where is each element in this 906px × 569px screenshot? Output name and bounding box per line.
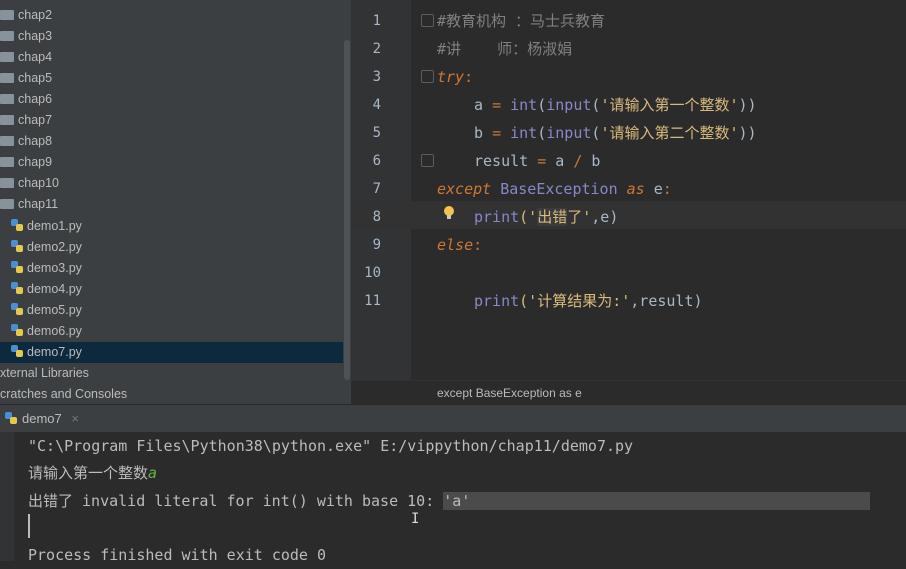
code-line-2: #讲 师：杨淑娟	[437, 40, 573, 58]
console-line-command: "C:\Program Files\Python38\python.exe" E…	[28, 437, 634, 455]
code-line-3: try:	[437, 68, 474, 86]
tree-folder-chap9[interactable]: chap9	[0, 152, 52, 173]
line-number: 2	[372, 41, 381, 57]
python-file-icon	[11, 282, 23, 294]
console-line-error: 出错了 invalid literal for int() with base …	[28, 488, 871, 515]
mouse-ibeam-cursor: I	[411, 511, 420, 527]
python-file-icon	[11, 303, 23, 315]
tree-folder-chap3[interactable]: chap3	[0, 26, 52, 47]
tree-file-demo5[interactable]: demo5.py	[10, 300, 82, 321]
folder-icon	[0, 73, 14, 83]
console-cursor	[28, 514, 30, 538]
console-line-prompt: 请输入第一个整数a	[28, 464, 158, 482]
folder-icon	[0, 10, 14, 20]
line-number: 8	[372, 209, 381, 225]
tree-folder-chap4[interactable]: chap4	[0, 47, 52, 68]
code-line-11: print('计算结果为:',result)	[474, 292, 703, 310]
tree-file-demo4[interactable]: demo4.py	[10, 279, 82, 300]
line-number: 9	[372, 237, 381, 253]
project-tree-panel: chap2 chap3 chap4 chap5 chap6 chap7 chap…	[0, 0, 343, 404]
folder-icon	[0, 199, 14, 209]
tree-file-demo1[interactable]: demo1.py	[10, 216, 82, 237]
console-gutter	[0, 432, 14, 561]
line-number: 11	[364, 293, 381, 309]
code-line-8: print('出错了',e)	[474, 208, 619, 226]
console-line-exit: Process finished with exit code 0	[28, 546, 327, 564]
close-tab-icon[interactable]: ×	[71, 411, 79, 426]
run-tool-window-tabbar: demo7 ×	[0, 404, 906, 433]
folder-icon	[0, 52, 14, 62]
line-number: 3	[372, 69, 381, 85]
python-file-icon	[11, 219, 23, 231]
tree-folder-chap11[interactable]: chap11	[0, 194, 58, 215]
code-line-5: b = int(input('请输入第二个整数'))	[474, 124, 757, 142]
folder-icon	[0, 136, 14, 146]
python-file-icon	[5, 412, 17, 424]
line-number: 10	[364, 265, 381, 281]
code-line-9: else:	[437, 236, 483, 254]
tree-file-demo7[interactable]: demo7.py	[0, 342, 343, 363]
tree-file-demo6[interactable]: demo6.py	[10, 321, 82, 342]
sidebar-scrollbar-thumb[interactable]	[344, 40, 350, 380]
current-line-highlight	[351, 201, 906, 229]
tree-folder-chap5[interactable]: chap5	[0, 68, 52, 89]
code-line-6: result = a / b	[474, 152, 601, 170]
tree-file-demo2[interactable]: demo2.py	[10, 237, 82, 258]
line-number: 1	[372, 13, 381, 29]
line-number: 5	[372, 125, 381, 141]
folder-icon	[0, 94, 14, 104]
folder-icon	[0, 157, 14, 167]
lightbulb-icon[interactable]	[443, 205, 455, 221]
code-line-1: #教育机构 ：马士兵教育	[437, 12, 606, 30]
tree-folder-chap6[interactable]: chap6	[0, 89, 52, 110]
folder-icon	[0, 178, 14, 188]
folder-icon	[0, 31, 14, 41]
fold-marker-icon[interactable]	[421, 14, 434, 27]
run-tab-demo7[interactable]: demo7 ×	[0, 405, 89, 433]
line-number: 6	[372, 153, 381, 169]
fold-marker-icon[interactable]	[421, 154, 434, 167]
code-line-4: a = int(input('请输入第一个整数'))	[474, 96, 757, 114]
python-file-icon	[11, 240, 23, 252]
tree-external-libraries[interactable]: xternal Libraries	[0, 363, 89, 384]
python-file-icon	[11, 261, 23, 273]
line-number: 4	[372, 97, 381, 113]
tree-file-demo3[interactable]: demo3.py	[10, 258, 82, 279]
tree-folder-chap7[interactable]: chap7	[0, 110, 52, 131]
folder-icon	[0, 115, 14, 125]
python-file-icon	[11, 324, 23, 336]
tree-folder-chap8[interactable]: chap8	[0, 131, 52, 152]
python-file-icon	[11, 345, 23, 357]
tree-folder-chap2[interactable]: chap2	[0, 5, 52, 26]
fold-marker-icon[interactable]	[421, 70, 434, 83]
tree-scratches-and-consoles[interactable]: cratches and Consoles	[0, 384, 127, 404]
tree-folder-chap10[interactable]: chap10	[0, 173, 59, 194]
breadcrumb[interactable]: except BaseException as e	[351, 380, 906, 405]
line-number: 7	[372, 181, 381, 197]
code-line-7: except BaseException as e:	[437, 180, 672, 198]
